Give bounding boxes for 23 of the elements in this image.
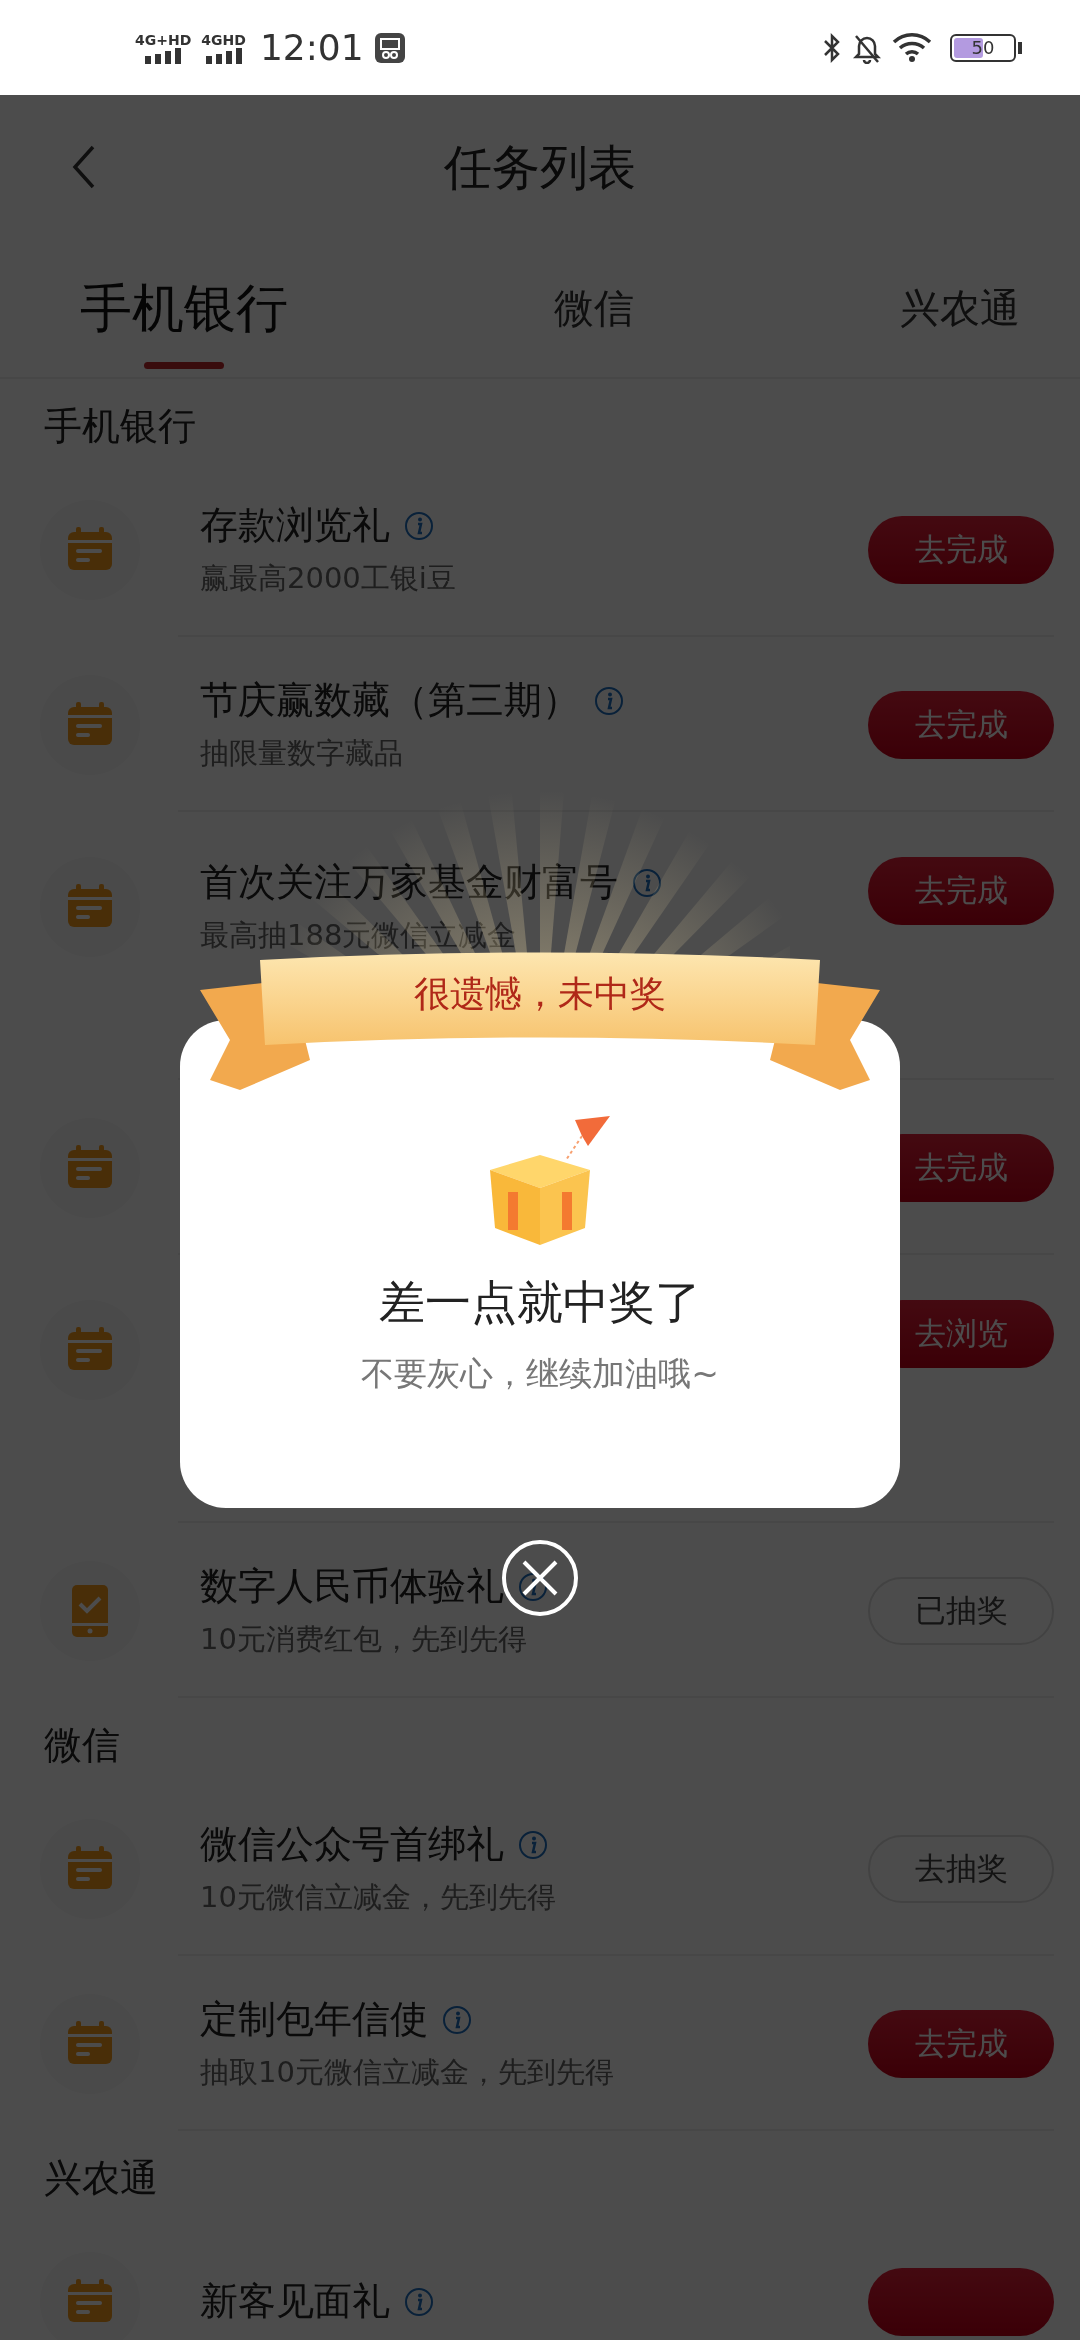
wifi-icon [892,31,932,64]
screenshot-app-icon [373,31,406,64]
dialog-title: 差一点就中奖了 [379,1274,701,1331]
task-title: 微信公众号首绑礼 [200,1821,504,1868]
task-title: 首次关注万家基金财富号 [200,859,618,906]
dialog-ribbon-text: 很遗憾，未中奖 [414,972,666,1016]
dialog-message: 不要灰心，继续加油哦~ [361,1353,719,1395]
section-title: 兴农通 [43,2155,159,2202]
bluetooth-icon [822,31,842,64]
task-title: 存款浏览礼 [200,502,390,549]
signal-icon [203,47,244,64]
task-title: 数字人民币体验礼 [200,1563,504,1610]
signal-icon [143,47,184,64]
task-title: 定制包年信使 [200,1996,428,2043]
section-title: 微信 [43,1722,121,1769]
network-label: 4G+HD [135,31,192,48]
task-title: 新客见面礼 [200,2278,390,2325]
battery-level: 50 [970,37,996,58]
section-title: 手机银行 [43,403,197,450]
task-title: 节庆赢数藏（第三期） [200,677,580,724]
clock-time: 12:01 [259,27,364,68]
page-title: 任务列表 [444,137,636,197]
network-label: 4GHD [201,31,246,48]
